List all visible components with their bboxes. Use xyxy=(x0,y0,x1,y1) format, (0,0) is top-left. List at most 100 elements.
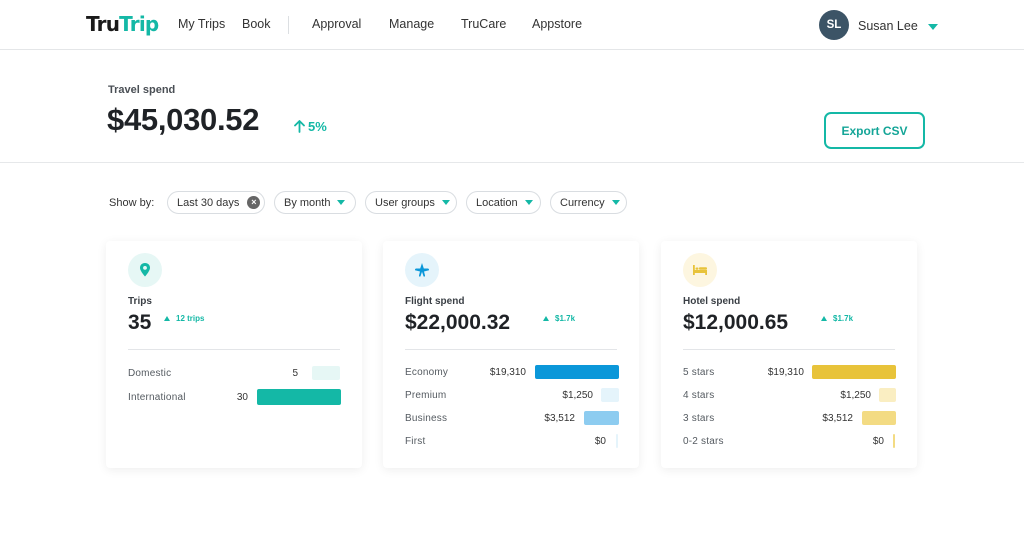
filter-chip-currency[interactable]: Currency xyxy=(550,191,627,214)
row-label: Business xyxy=(405,413,448,424)
bar-first xyxy=(616,434,618,448)
card-badge: $1.7k xyxy=(543,314,575,323)
badge-text: 12 trips xyxy=(176,314,205,323)
chip-label: Currency xyxy=(560,196,605,209)
chevron-down-icon xyxy=(611,200,620,205)
triangle-up-icon xyxy=(543,316,549,321)
flight-spend-card: Flight spend $22,000.32 $1.7k Economy $1… xyxy=(383,241,639,468)
list-item: First $0 xyxy=(405,434,618,450)
trips-card: Trips 35 12 trips Domestic 5 Internation… xyxy=(106,241,362,468)
list-item: 5 stars $19,310 xyxy=(683,365,896,381)
row-value: $19,310 xyxy=(489,367,526,378)
hotel-spend-card: Hotel spend $12,000.65 $1.7k 5 stars $19… xyxy=(661,241,917,468)
triangle-up-icon xyxy=(821,316,827,321)
list-item: International 30 xyxy=(128,389,341,406)
row-label: 5 stars xyxy=(683,367,715,378)
row-value: $0 xyxy=(872,436,884,447)
row-value: $1,250 xyxy=(562,390,593,401)
bar-3-stars xyxy=(862,411,896,425)
badge-text: $1.7k xyxy=(555,314,576,323)
row-label: 0-2 stars xyxy=(683,436,724,447)
triangle-up-icon xyxy=(164,316,170,321)
airplane-icon xyxy=(405,253,439,287)
card-value: $22,000.32 xyxy=(405,311,511,334)
bar-premium xyxy=(601,388,619,402)
list-item: 0-2 stars $0 xyxy=(683,434,895,450)
arrow-up-icon xyxy=(294,120,305,133)
chevron-down-icon[interactable] xyxy=(928,24,938,30)
list-item: Economy $19,310 xyxy=(405,365,619,381)
show-by-label: Show by: xyxy=(109,197,155,209)
logo-accent: Trip xyxy=(119,12,159,36)
chevron-down-icon xyxy=(441,200,450,205)
card-title: Trips xyxy=(128,296,152,307)
list-item: Premium $1,250 xyxy=(405,388,619,404)
trutrip-logo[interactable]: TruTrip xyxy=(86,12,159,36)
card-divider xyxy=(405,349,617,350)
card-badge: 12 trips xyxy=(164,314,204,323)
row-value: $19,310 xyxy=(767,367,804,378)
chevron-down-icon xyxy=(524,200,533,205)
list-item: 4 stars $1,250 xyxy=(683,388,896,404)
row-label: Premium xyxy=(405,390,447,401)
card-title: Hotel spend xyxy=(683,296,741,307)
bar-5-stars xyxy=(812,365,896,379)
travel-spend-change: 5% xyxy=(294,119,327,134)
row-value: $3,512 xyxy=(822,413,853,424)
list-item: Domestic 5 xyxy=(128,366,340,382)
row-value: $3,512 xyxy=(544,413,575,424)
bar-domestic xyxy=(312,366,340,380)
card-value: 35 xyxy=(128,311,152,334)
row-value: 5 xyxy=(292,368,298,379)
travel-spend-label: Travel spend xyxy=(108,84,176,96)
row-label: Domestic xyxy=(128,368,172,379)
nav-approval[interactable]: Approval xyxy=(312,17,361,31)
row-label: 4 stars xyxy=(683,390,715,401)
card-divider xyxy=(683,349,895,350)
bar-business xyxy=(584,411,619,425)
filter-chip-user-groups[interactable]: User groups xyxy=(365,191,457,214)
user-avatar[interactable]: SL xyxy=(819,10,849,40)
list-item: 3 stars $3,512 xyxy=(683,411,896,427)
clear-icon[interactable]: × xyxy=(247,196,261,209)
row-label: International xyxy=(128,392,186,403)
user-name[interactable]: Susan Lee xyxy=(858,19,918,33)
row-value: 30 xyxy=(236,392,248,403)
filter-chip-location[interactable]: Location xyxy=(466,191,541,214)
chip-label: By month xyxy=(284,196,331,209)
bar-0-2-stars xyxy=(893,434,895,448)
filter-chip-date-range[interactable]: Last 30 days × xyxy=(167,191,265,214)
card-value: $12,000.65 xyxy=(683,311,789,334)
card-title: Flight spend xyxy=(405,296,465,307)
bar-4-stars xyxy=(879,388,896,402)
row-label: First xyxy=(405,436,426,447)
export-csv-button[interactable]: Export CSV xyxy=(824,112,925,149)
change-value: 5% xyxy=(308,119,327,134)
badge-text: $1.7k xyxy=(833,314,854,323)
nav-trucare[interactable]: TruCare xyxy=(461,17,506,31)
chip-label: Last 30 days xyxy=(177,196,240,209)
row-label: 3 stars xyxy=(683,413,715,424)
list-item: Business $3,512 xyxy=(405,411,619,427)
nav-my-trips[interactable]: My Trips xyxy=(178,17,225,31)
bar-international xyxy=(257,389,341,405)
travel-spend-amount: $45,030.52 xyxy=(107,102,260,137)
nav-divider xyxy=(288,16,289,34)
row-value: $0 xyxy=(594,436,606,447)
card-divider xyxy=(128,349,340,350)
card-badge: $1.7k xyxy=(821,314,853,323)
nav-appstore[interactable]: Appstore xyxy=(532,17,582,31)
nav-book[interactable]: Book xyxy=(242,17,271,31)
filter-chip-by-month[interactable]: By month xyxy=(274,191,356,214)
row-value: $1,250 xyxy=(840,390,871,401)
row-label: Economy xyxy=(405,367,449,378)
nav-manage[interactable]: Manage xyxy=(389,17,434,31)
logo-primary: Tru xyxy=(86,12,120,36)
chevron-down-icon xyxy=(337,200,346,205)
chip-label: User groups xyxy=(375,196,435,209)
top-nav: TruTrip My Trips Book Approval Manage Tr… xyxy=(0,0,1024,50)
header-divider xyxy=(0,162,1024,163)
chip-label: Location xyxy=(476,196,518,209)
map-pin-icon xyxy=(128,253,162,287)
bar-economy xyxy=(535,365,619,379)
